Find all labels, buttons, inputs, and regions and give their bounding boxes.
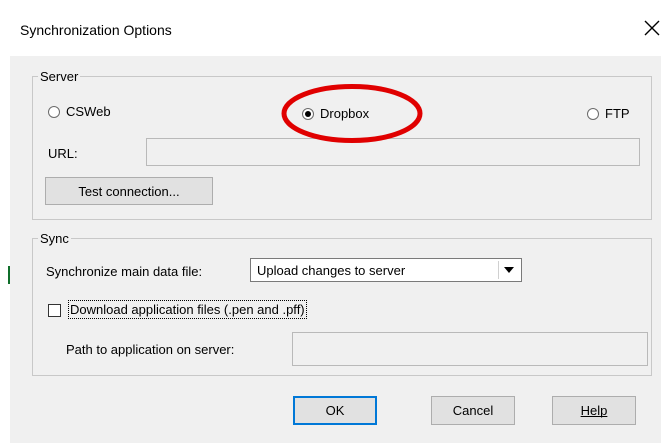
synchronization-options-dialog: Synchronization Options Server CSWeb Dro…	[10, 0, 661, 443]
radio-ftp-dot[interactable]	[587, 107, 599, 120]
path-label: Path to application on server:	[66, 342, 235, 357]
cancel-button[interactable]: Cancel	[431, 396, 515, 425]
title-bar: Synchronization Options	[10, 0, 661, 56]
sync-main-file-select[interactable]: Upload changes to server	[250, 258, 522, 282]
background-strip	[0, 0, 10, 443]
radio-ftp[interactable]: FTP	[587, 106, 630, 121]
download-app-files-checkbox[interactable]	[48, 304, 61, 317]
radio-csweb[interactable]: CSWeb	[48, 104, 111, 119]
annotation-circle	[281, 84, 423, 143]
dialog-title: Synchronization Options	[20, 22, 172, 38]
ok-button-label: OK	[325, 403, 345, 418]
chevron-down-icon[interactable]	[498, 261, 519, 279]
close-icon[interactable]	[642, 18, 661, 38]
radio-ftp-label: FTP	[605, 106, 630, 121]
server-group-label: Server	[38, 69, 81, 84]
radio-csweb-dot[interactable]	[48, 105, 60, 118]
sync-main-file-value: Upload changes to server	[257, 263, 406, 278]
help-button[interactable]: Help	[552, 396, 636, 425]
ok-button[interactable]: OK	[293, 396, 377, 425]
sync-main-file-label: Synchronize main data file:	[46, 264, 203, 279]
radio-csweb-label: CSWeb	[66, 104, 111, 119]
help-button-label: Help	[580, 403, 608, 418]
path-input[interactable]	[292, 332, 648, 366]
url-label: URL:	[48, 146, 78, 161]
test-connection-button[interactable]: Test connection...	[45, 177, 213, 205]
download-app-files-label[interactable]: Download application files (.pen and .pf…	[68, 300, 307, 319]
sync-group-label: Sync	[38, 231, 71, 246]
